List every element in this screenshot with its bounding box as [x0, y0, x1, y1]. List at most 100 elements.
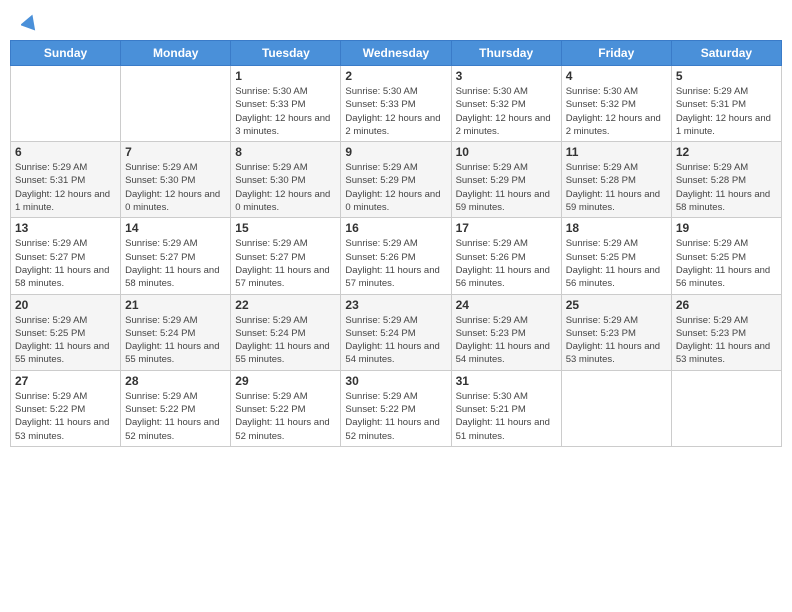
weekday-header-wednesday: Wednesday: [341, 41, 451, 66]
day-number: 31: [456, 374, 557, 388]
day-info: Sunrise: 5:30 AMSunset: 5:33 PMDaylight:…: [235, 85, 336, 138]
calendar-cell: 9 Sunrise: 5:29 AMSunset: 5:29 PMDaylight…: [341, 142, 451, 218]
calendar-cell: 20 Sunrise: 5:29 AMSunset: 5:25 PMDayligh…: [11, 294, 121, 370]
calendar-cell: 12 Sunrise: 5:29 AMSunset: 5:28 PMDayligh…: [671, 142, 781, 218]
day-number: 5: [676, 69, 777, 83]
calendar-cell: [671, 370, 781, 446]
calendar-cell: 30 Sunrise: 5:29 AMSunset: 5:22 PMDayligh…: [341, 370, 451, 446]
weekday-header-saturday: Saturday: [671, 41, 781, 66]
day-number: 29: [235, 374, 336, 388]
day-info: Sunrise: 5:29 AMSunset: 5:27 PMDaylight:…: [125, 237, 226, 290]
calendar-week-2: 6Sunrise: 5:29 AMSunset: 5:31 PMDaylight…: [11, 142, 782, 218]
day-number: 25: [566, 298, 667, 312]
day-info: Sunrise: 5:29 AMSunset: 5:23 PMDaylight:…: [676, 314, 777, 367]
day-number: 23: [345, 298, 446, 312]
day-number: 17: [456, 221, 557, 235]
logo: [20, 18, 37, 34]
logo-bird-icon: [21, 14, 37, 34]
calendar-cell: 16 Sunrise: 5:29 AMSunset: 5:26 PMDayligh…: [341, 218, 451, 294]
calendar-cell: 17 Sunrise: 5:29 AMSunset: 5:26 PMDayligh…: [451, 218, 561, 294]
calendar-week-4: 20 Sunrise: 5:29 AMSunset: 5:25 PMDayligh…: [11, 294, 782, 370]
calendar-cell: [121, 66, 231, 142]
calendar-cell: 10 Sunrise: 5:29 AMSunset: 5:29 PMDayligh…: [451, 142, 561, 218]
day-info: Sunrise: 5:29 AMSunset: 5:22 PMDaylight:…: [125, 390, 226, 443]
day-number: 20: [15, 298, 116, 312]
calendar-cell: 3Sunrise: 5:30 AMSunset: 5:32 PMDaylight…: [451, 66, 561, 142]
day-number: 8: [235, 145, 336, 159]
calendar-week-5: 27 Sunrise: 5:29 AMSunset: 5:22 PMDayligh…: [11, 370, 782, 446]
calendar-table: SundayMondayTuesdayWednesdayThursdayFrid…: [10, 40, 782, 447]
day-number: 18: [566, 221, 667, 235]
day-info: Sunrise: 5:29 AMSunset: 5:29 PMDaylight:…: [345, 161, 446, 214]
calendar-cell: 23 Sunrise: 5:29 AMSunset: 5:24 PMDayligh…: [341, 294, 451, 370]
calendar-cell: 21 Sunrise: 5:29 AMSunset: 5:24 PMDayligh…: [121, 294, 231, 370]
day-number: 7: [125, 145, 226, 159]
day-number: 21: [125, 298, 226, 312]
day-info: Sunrise: 5:29 AMSunset: 5:31 PMDaylight:…: [15, 161, 116, 214]
day-number: 12: [676, 145, 777, 159]
day-info: Sunrise: 5:29 AMSunset: 5:22 PMDaylight:…: [235, 390, 336, 443]
weekday-header-thursday: Thursday: [451, 41, 561, 66]
day-info: Sunrise: 5:29 AMSunset: 5:24 PMDaylight:…: [345, 314, 446, 367]
calendar-cell: [561, 370, 671, 446]
calendar-cell: 2Sunrise: 5:30 AMSunset: 5:33 PMDaylight…: [341, 66, 451, 142]
day-number: 16: [345, 221, 446, 235]
day-number: 14: [125, 221, 226, 235]
day-number: 10: [456, 145, 557, 159]
day-info: Sunrise: 5:29 AMSunset: 5:27 PMDaylight:…: [15, 237, 116, 290]
calendar-cell: 25 Sunrise: 5:29 AMSunset: 5:23 PMDayligh…: [561, 294, 671, 370]
day-info: Sunrise: 5:29 AMSunset: 5:25 PMDaylight:…: [676, 237, 777, 290]
calendar-cell: 11Sunrise: 5:29 AMSunset: 5:28 PMDayligh…: [561, 142, 671, 218]
day-info: Sunrise: 5:29 AMSunset: 5:23 PMDaylight:…: [456, 314, 557, 367]
calendar-cell: 22 Sunrise: 5:29 AMSunset: 5:24 PMDayligh…: [231, 294, 341, 370]
day-number: 1: [235, 69, 336, 83]
day-info: Sunrise: 5:29 AMSunset: 5:23 PMDaylight:…: [566, 314, 667, 367]
calendar-cell: [11, 66, 121, 142]
day-number: 4: [566, 69, 667, 83]
day-number: 26: [676, 298, 777, 312]
day-number: 22: [235, 298, 336, 312]
day-info: Sunrise: 5:29 AMSunset: 5:25 PMDaylight:…: [15, 314, 116, 367]
calendar-cell: 19Sunrise: 5:29 AMSunset: 5:25 PMDayligh…: [671, 218, 781, 294]
day-number: 2: [345, 69, 446, 83]
weekday-header-friday: Friday: [561, 41, 671, 66]
day-info: Sunrise: 5:29 AMSunset: 5:28 PMDaylight:…: [676, 161, 777, 214]
weekday-header-monday: Monday: [121, 41, 231, 66]
day-number: 27: [15, 374, 116, 388]
calendar-cell: 31 Sunrise: 5:30 AMSunset: 5:21 PMDayligh…: [451, 370, 561, 446]
calendar-cell: 6Sunrise: 5:29 AMSunset: 5:31 PMDaylight…: [11, 142, 121, 218]
day-info: Sunrise: 5:30 AMSunset: 5:21 PMDaylight:…: [456, 390, 557, 443]
day-number: 15: [235, 221, 336, 235]
day-info: Sunrise: 5:30 AMSunset: 5:32 PMDaylight:…: [566, 85, 667, 138]
day-info: Sunrise: 5:29 AMSunset: 5:28 PMDaylight:…: [566, 161, 667, 214]
calendar-week-3: 13 Sunrise: 5:29 AMSunset: 5:27 PMDayligh…: [11, 218, 782, 294]
day-info: Sunrise: 5:29 AMSunset: 5:27 PMDaylight:…: [235, 237, 336, 290]
calendar-cell: 7 Sunrise: 5:29 AMSunset: 5:30 PMDaylight…: [121, 142, 231, 218]
calendar-cell: 24 Sunrise: 5:29 AMSunset: 5:23 PMDayligh…: [451, 294, 561, 370]
weekday-header-tuesday: Tuesday: [231, 41, 341, 66]
day-info: Sunrise: 5:29 AMSunset: 5:29 PMDaylight:…: [456, 161, 557, 214]
calendar-cell: 1 Sunrise: 5:30 AMSunset: 5:33 PMDaylight…: [231, 66, 341, 142]
page-header: [10, 10, 782, 34]
day-info: Sunrise: 5:29 AMSunset: 5:30 PMDaylight:…: [235, 161, 336, 214]
calendar-cell: 13 Sunrise: 5:29 AMSunset: 5:27 PMDayligh…: [11, 218, 121, 294]
day-info: Sunrise: 5:29 AMSunset: 5:24 PMDaylight:…: [235, 314, 336, 367]
day-number: 9: [345, 145, 446, 159]
calendar-cell: 26 Sunrise: 5:29 AMSunset: 5:23 PMDayligh…: [671, 294, 781, 370]
day-number: 13: [15, 221, 116, 235]
day-info: Sunrise: 5:29 AMSunset: 5:22 PMDaylight:…: [345, 390, 446, 443]
calendar-week-1: 1 Sunrise: 5:30 AMSunset: 5:33 PMDaylight…: [11, 66, 782, 142]
weekday-header-sunday: Sunday: [11, 41, 121, 66]
day-info: Sunrise: 5:29 AMSunset: 5:26 PMDaylight:…: [456, 237, 557, 290]
day-info: Sunrise: 5:29 AMSunset: 5:24 PMDaylight:…: [125, 314, 226, 367]
day-info: Sunrise: 5:29 AMSunset: 5:26 PMDaylight:…: [345, 237, 446, 290]
day-number: 24: [456, 298, 557, 312]
day-info: Sunrise: 5:30 AMSunset: 5:32 PMDaylight:…: [456, 85, 557, 138]
calendar-cell: 29 Sunrise: 5:29 AMSunset: 5:22 PMDayligh…: [231, 370, 341, 446]
day-info: Sunrise: 5:29 AMSunset: 5:22 PMDaylight:…: [15, 390, 116, 443]
calendar-cell: 5Sunrise: 5:29 AMSunset: 5:31 PMDaylight…: [671, 66, 781, 142]
day-number: 30: [345, 374, 446, 388]
calendar-cell: 18Sunrise: 5:29 AMSunset: 5:25 PMDayligh…: [561, 218, 671, 294]
calendar-cell: 28Sunrise: 5:29 AMSunset: 5:22 PMDayligh…: [121, 370, 231, 446]
day-info: Sunrise: 5:29 AMSunset: 5:30 PMDaylight:…: [125, 161, 226, 214]
